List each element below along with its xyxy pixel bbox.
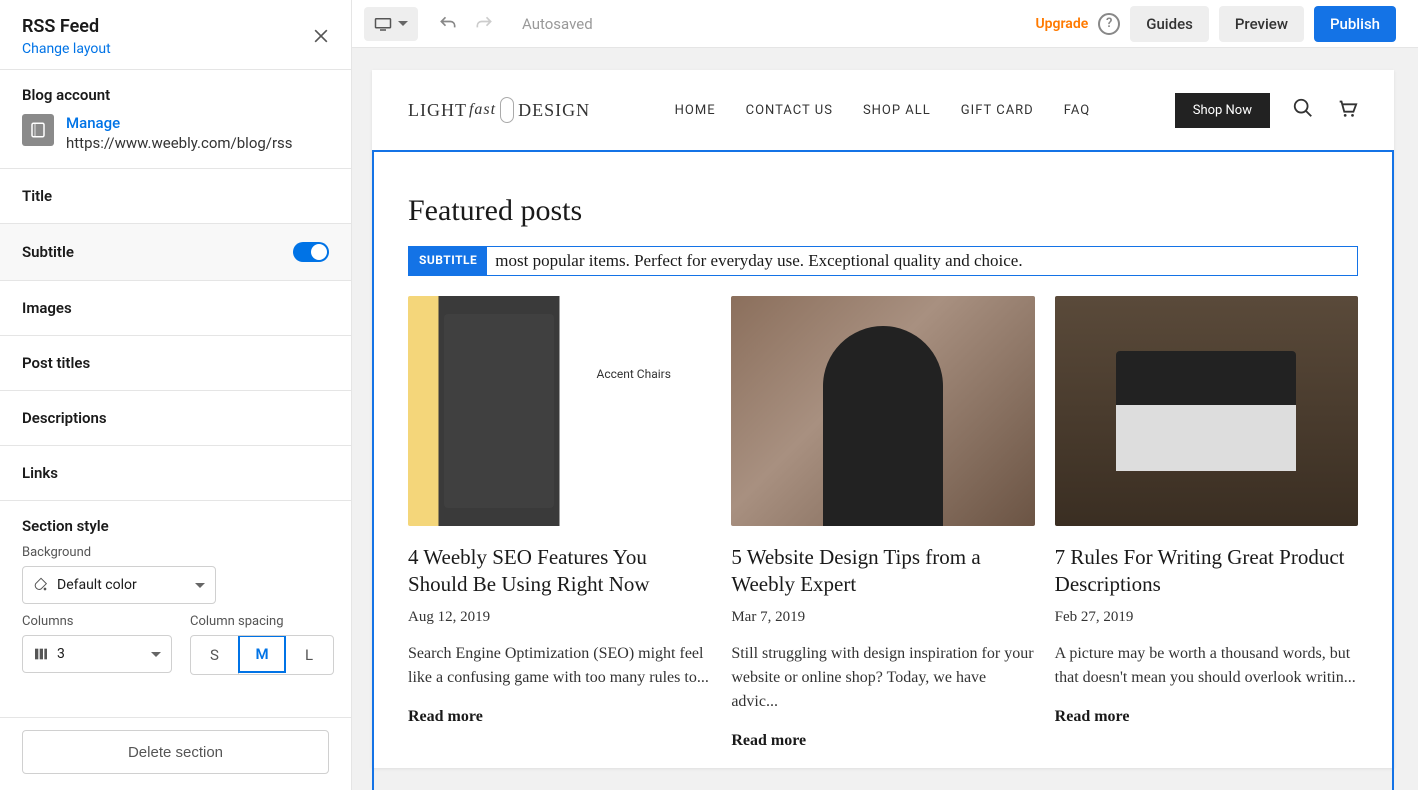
post-title: 7 Rules For Writing Great Product Descri…	[1055, 544, 1358, 599]
spacing-s[interactable]: S	[191, 636, 239, 674]
subtitle-text[interactable]: most popular items. Perfect for everyday…	[487, 247, 1357, 275]
desktop-icon	[374, 17, 392, 31]
columns-icon	[33, 646, 49, 662]
read-more-link[interactable]: Read more	[731, 732, 1034, 750]
close-icon[interactable]	[311, 26, 335, 50]
cart-icon[interactable]	[1336, 97, 1358, 123]
item-post-titles[interactable]: Post titles	[0, 336, 351, 391]
item-title[interactable]: Title	[0, 169, 351, 224]
nav-shop[interactable]: SHOP ALL	[863, 103, 931, 118]
item-links[interactable]: Links	[0, 446, 351, 501]
item-images[interactable]: Images	[0, 281, 351, 336]
site-header: LIGHTfast DESIGN HOME CONTACT US SHOP AL…	[372, 70, 1394, 150]
help-icon[interactable]: ?	[1098, 13, 1120, 35]
columns-select[interactable]: 3	[22, 635, 172, 673]
post-image	[1055, 296, 1358, 526]
post-description: Search Engine Optimization (SEO) might f…	[408, 642, 711, 690]
redo-icon	[474, 14, 494, 34]
device-selector[interactable]	[364, 7, 418, 41]
post-description: A picture may be worth a thousand words,…	[1055, 642, 1358, 690]
paint-icon	[33, 577, 49, 593]
undo-button[interactable]	[432, 8, 464, 40]
preview-button[interactable]: Preview	[1219, 6, 1304, 42]
autosaved-status: Autosaved	[522, 15, 593, 33]
shop-now-button[interactable]: Shop Now	[1175, 93, 1270, 128]
post-date: Aug 12, 2019	[408, 609, 711, 626]
spacing-m[interactable]: M	[238, 635, 286, 673]
post-image	[731, 296, 1034, 526]
nav-faq[interactable]: FAQ	[1064, 103, 1090, 118]
background-select[interactable]: Default color	[22, 566, 216, 604]
background-value: Default color	[57, 577, 137, 593]
publish-button[interactable]: Publish	[1314, 6, 1396, 42]
blog-account-heading: Blog account	[22, 86, 329, 104]
logo-light: LIGHT	[408, 100, 467, 121]
sidebar-header: RSS Feed Change layout	[0, 0, 351, 70]
featured-title[interactable]: Featured posts	[408, 194, 1358, 228]
item-subtitle[interactable]: Subtitle	[0, 224, 351, 281]
redo-button[interactable]	[468, 8, 500, 40]
subtitle-badge: SUBTITLE	[409, 247, 487, 275]
settings-sidebar: RSS Feed Change layout Blog account Mana…	[0, 0, 352, 790]
upgrade-link[interactable]: Upgrade	[1035, 16, 1088, 32]
chevron-down-icon	[151, 652, 161, 657]
nav-gift[interactable]: GIFT CARD	[961, 103, 1034, 118]
columns-label: Columns	[22, 614, 172, 629]
undo-icon	[438, 14, 458, 34]
site-preview: LIGHTfast DESIGN HOME CONTACT US SHOP AL…	[372, 70, 1394, 768]
post-date: Mar 7, 2019	[731, 609, 1034, 626]
posts-grid: 4 Weebly SEO Features You Should Be Usin…	[408, 296, 1358, 750]
nav-contact[interactable]: CONTACT US	[746, 103, 833, 118]
spacing-label: Column spacing	[190, 614, 334, 629]
post-title: 4 Weebly SEO Features You Should Be Usin…	[408, 544, 711, 599]
spacing-group: S M L	[190, 635, 334, 675]
post-image	[408, 296, 711, 526]
sidebar-title: RSS Feed	[22, 16, 329, 37]
logo-design: DESIGN	[518, 100, 590, 121]
section-style-heading: Section style	[22, 517, 329, 535]
search-icon[interactable]	[1292, 97, 1314, 123]
background-label: Background	[22, 545, 329, 560]
blog-icon	[22, 114, 54, 146]
post-card[interactable]: 5 Website Design Tips from a Weebly Expe…	[731, 296, 1034, 750]
section-style: Section style Background Default color C…	[0, 501, 351, 717]
read-more-link[interactable]: Read more	[1055, 708, 1358, 726]
post-description: Still struggling with design inspiration…	[731, 642, 1034, 714]
post-title: 5 Website Design Tips from a Weebly Expe…	[731, 544, 1034, 599]
change-layout-link[interactable]: Change layout	[22, 41, 329, 57]
item-descriptions[interactable]: Descriptions	[0, 391, 351, 446]
read-more-link[interactable]: Read more	[408, 708, 711, 726]
sidebar-footer: Delete section	[0, 717, 351, 790]
topbar: Autosaved Upgrade ? Guides Preview Publi…	[352, 0, 1418, 48]
post-card[interactable]: 7 Rules For Writing Great Product Descri…	[1055, 296, 1358, 750]
post-card[interactable]: 4 Weebly SEO Features You Should Be Usin…	[408, 296, 711, 750]
chevron-down-icon	[195, 583, 205, 588]
chevron-down-icon	[398, 21, 408, 26]
item-subtitle-label: Subtitle	[22, 243, 74, 261]
featured-section[interactable]: Featured posts SUBTITLE most popular ite…	[372, 150, 1394, 790]
canvas: LIGHTfast DESIGN HOME CONTACT US SHOP AL…	[352, 48, 1418, 790]
subtitle-toggle[interactable]	[293, 242, 329, 262]
spacing-l[interactable]: L	[285, 636, 333, 674]
guides-button[interactable]: Guides	[1130, 6, 1209, 42]
blog-account-section: Blog account Manage https://www.weebly.c…	[0, 70, 351, 169]
subtitle-editor[interactable]: SUBTITLE most popular items. Perfect for…	[408, 246, 1358, 276]
logo-knot-icon	[500, 97, 514, 123]
site-nav: HOME CONTACT US SHOP ALL GIFT CARD FAQ	[675, 103, 1091, 118]
blog-url: https://www.weebly.com/blog/rss	[66, 134, 293, 152]
delete-section-button[interactable]: Delete section	[22, 730, 329, 774]
manage-link[interactable]: Manage	[66, 114, 293, 132]
site-logo[interactable]: LIGHTfast DESIGN	[408, 97, 590, 123]
post-date: Feb 27, 2019	[1055, 609, 1358, 626]
logo-fast: fast	[469, 101, 496, 119]
nav-home[interactable]: HOME	[675, 103, 716, 118]
columns-value: 3	[57, 646, 65, 662]
